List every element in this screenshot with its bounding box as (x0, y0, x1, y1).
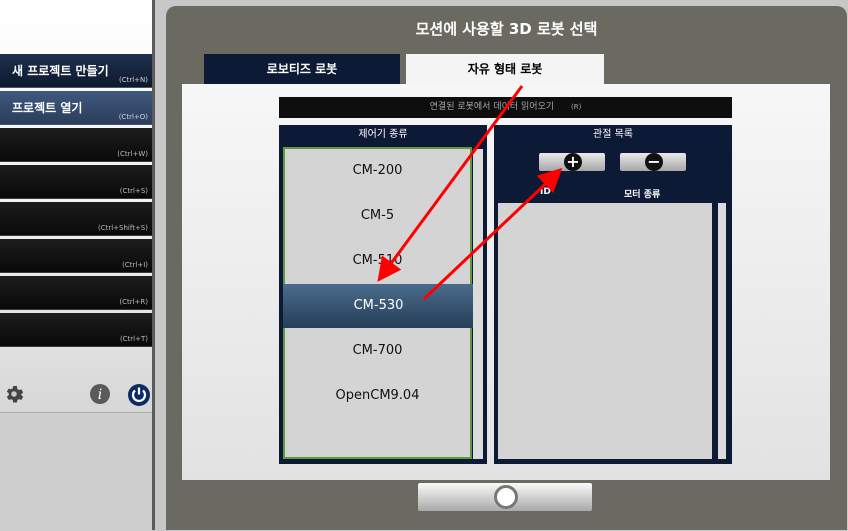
menu-item-shortcut: (Ctrl+I) (122, 261, 148, 269)
joint-panel: 관절 목록 + − ID 모터 종류 (494, 125, 732, 464)
menu-item-save[interactable]: (Ctrl+S) (0, 165, 152, 199)
menu-item-transfer[interactable]: (Ctrl+T) (0, 313, 152, 347)
confirm-button[interactable] (418, 483, 592, 511)
menu-item-shortcut: (Ctrl+T) (119, 335, 148, 343)
controller-panel-header: 제어기 종류 (358, 129, 408, 140)
dialog-title: 모션에 사용할 3D 로봇 선택 (415, 20, 598, 38)
ok-circle-icon (494, 485, 518, 509)
controller-list-scrollbar[interactable] (473, 149, 483, 459)
controller-panel: 제어기 종류 CM-200 CM-5 CM-510 CM-530 CM-700 … (279, 125, 487, 464)
list-item-cm-200[interactable]: CM-200 (285, 149, 470, 193)
list-item-cm-510[interactable]: CM-510 (285, 239, 470, 283)
power-icon[interactable] (127, 383, 151, 411)
joint-list[interactable] (498, 203, 712, 459)
menu-item-import[interactable]: (Ctrl+I) (0, 239, 152, 273)
menu-item-label: 새 프로젝트 만들기 (12, 64, 109, 78)
menu-item-save-as[interactable]: (Ctrl+Shift+S) (0, 202, 152, 236)
menu-item-shortcut: (Ctrl+O) (118, 113, 148, 121)
menu-item-shortcut: (Ctrl+W) (117, 150, 148, 158)
controller-list[interactable]: CM-200 CM-5 CM-510 CM-530 CM-700 OpenCM9… (283, 147, 474, 459)
read-from-robot-shortcut: (R) (571, 103, 582, 111)
joint-panel-header: 관절 목록 (593, 129, 633, 140)
menu-item-close[interactable]: (Ctrl+W) (0, 128, 152, 162)
remove-joint-button[interactable]: − (620, 153, 686, 171)
menu-item-shortcut: (Ctrl+R) (119, 298, 148, 306)
info-icon[interactable]: i (89, 383, 111, 409)
read-from-robot-button[interactable]: 연결된 로봇에서 데이터 읽어오기 (R) (279, 97, 732, 118)
list-item-cm-5[interactable]: CM-5 (285, 194, 470, 238)
robot-select-dialog: 모션에 사용할 3D 로봇 선택 로보티즈 로봇 자유 형태 로봇 연결된 로봇… (166, 6, 847, 530)
column-header-motor-type[interactable]: 모터 종류 (624, 187, 660, 200)
menu-new-project[interactable]: 새 프로젝트 만들기 (Ctrl+N) (0, 54, 152, 88)
left-lower-area (0, 412, 152, 531)
menu-open-project[interactable]: 프로젝트 열기 (Ctrl+O) (0, 91, 152, 125)
tab-free-form-robot[interactable]: 자유 형태 로봇 (406, 54, 604, 84)
list-item-cm-700[interactable]: CM-700 (285, 329, 470, 373)
gear-icon[interactable] (3, 383, 25, 409)
joint-list-scrollbar[interactable] (718, 203, 726, 459)
bottom-toolbar: i (0, 380, 152, 412)
menu-item-shortcut: (Ctrl+Shift+S) (97, 224, 148, 232)
menu-item-label: 프로젝트 열기 (12, 101, 83, 115)
menu-item-read[interactable]: (Ctrl+R) (0, 276, 152, 310)
add-joint-button[interactable]: + (539, 153, 605, 171)
plus-icon: + (564, 153, 582, 171)
panel-divider (152, 0, 155, 530)
minus-icon: − (645, 153, 663, 171)
svg-text:i: i (98, 387, 102, 403)
dialog-content: 연결된 로봇에서 데이터 읽어오기 (R) 제어기 종류 CM-200 CM-5… (182, 84, 830, 480)
tab-robotis-robot[interactable]: 로보티즈 로봇 (204, 54, 400, 84)
menu-item-shortcut: (Ctrl+N) (118, 76, 148, 84)
read-from-robot-label: 연결된 로봇에서 데이터 읽어오기 (429, 102, 555, 112)
side-menu: 새 프로젝트 만들기 (Ctrl+N) 프로젝트 열기 (Ctrl+O) (Ct… (0, 54, 152, 350)
column-header-id[interactable]: ID (540, 187, 551, 197)
list-item-opencm9-04[interactable]: OpenCM9.04 (285, 374, 470, 418)
menu-item-shortcut: (Ctrl+S) (119, 187, 148, 195)
list-item-cm-530-selected[interactable]: CM-530 (283, 284, 474, 328)
